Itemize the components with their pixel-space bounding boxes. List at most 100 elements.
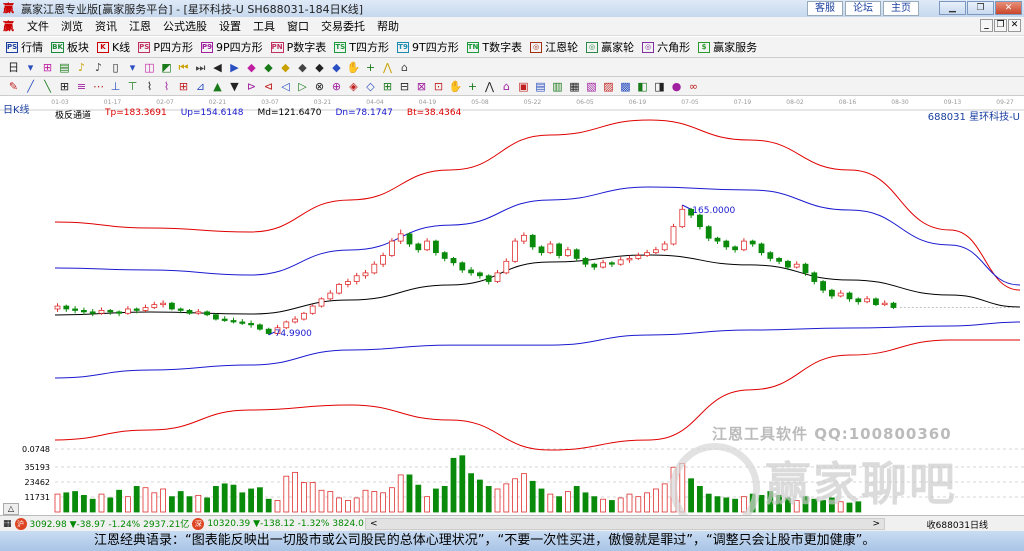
mdi-restore-button[interactable]: ❐ xyxy=(994,19,1007,32)
tool-icon[interactable]: ⊡ xyxy=(431,79,446,94)
tool-icon[interactable]: ⊥ xyxy=(108,79,123,94)
tool-icon[interactable]: ◆ xyxy=(261,60,276,75)
link-home[interactable]: 主页 xyxy=(883,1,919,16)
toolbar-button[interactable]: PS P四方形 xyxy=(138,39,193,55)
tool-icon[interactable]: ⌇ xyxy=(159,79,174,94)
tool-icon[interactable]: ◁ xyxy=(278,79,293,94)
tool-icon[interactable]: ⌇ xyxy=(142,79,157,94)
menu-item[interactable]: 江恩 xyxy=(129,18,151,34)
tool-icon[interactable]: ✋ xyxy=(346,60,361,75)
tool-icon[interactable]: + xyxy=(363,60,378,75)
menu-item[interactable]: 资讯 xyxy=(95,18,117,34)
tool-icon[interactable]: ♪ xyxy=(91,60,106,75)
tool-icon[interactable]: ✎ xyxy=(6,79,21,94)
minimize-button[interactable]: ▁ xyxy=(939,1,966,15)
tool-icon[interactable]: ◆ xyxy=(295,60,310,75)
tool-icon[interactable]: ╱ xyxy=(23,79,38,94)
tool-icon[interactable]: ⏮ xyxy=(176,60,191,75)
tool-icon[interactable]: ▧ xyxy=(584,79,599,94)
tool-icon[interactable]: ◆ xyxy=(244,60,259,75)
kline-chart[interactable]: 01-03 01-17 02-07 02-21 03-07 03-21 04-04 04-19… xyxy=(0,96,1024,533)
tool-icon[interactable]: ▤ xyxy=(533,79,548,94)
tool-icon[interactable]: ⊞ xyxy=(380,79,395,94)
tool-icon[interactable]: ▩ xyxy=(618,79,633,94)
tool-icon[interactable]: ⊞ xyxy=(40,60,55,75)
menu-item[interactable]: 文件 xyxy=(27,18,49,34)
tool-icon[interactable]: ▯ xyxy=(108,60,123,75)
tool-icon[interactable]: ▾ xyxy=(23,60,38,75)
tool-icon[interactable]: ▷ xyxy=(295,79,310,94)
toolbar-button[interactable]: $ 赢家服务 xyxy=(698,39,757,55)
toolbar-button[interactable]: PS 行情 xyxy=(6,39,43,55)
sh-index-quote[interactable]: 3092.98 ▼-38.97 -1.24% 2937.21亿 xyxy=(30,517,190,530)
tool-icon[interactable]: ▤ xyxy=(57,60,72,75)
tool-icon[interactable]: ▶ xyxy=(227,60,242,75)
mdi-close-button[interactable]: ✕ xyxy=(1008,19,1021,32)
toolbar-button[interactable]: ◎ 赢家轮 xyxy=(586,39,634,55)
tool-icon[interactable]: 日 xyxy=(6,60,21,75)
tool-icon[interactable]: ▼ xyxy=(227,79,242,94)
menu-item[interactable]: 公式选股 xyxy=(163,18,207,34)
app-menu-icon[interactable]: 赢 xyxy=(3,20,17,33)
tool-icon[interactable]: ⊕ xyxy=(329,79,344,94)
toolbar-button[interactable]: TN T数字表 xyxy=(466,39,522,55)
tool-icon[interactable]: ⊞ xyxy=(176,79,191,94)
tool-icon[interactable]: ▦ xyxy=(567,79,582,94)
close-button[interactable]: ✕ xyxy=(995,1,1022,15)
mdi-minimize-button[interactable]: _ xyxy=(980,19,993,32)
tool-icon[interactable]: ⊳ xyxy=(244,79,259,94)
tool-icon[interactable]: ▨ xyxy=(601,79,616,94)
link-service[interactable]: 客服 xyxy=(807,1,843,16)
tool-icon[interactable]: ⊟ xyxy=(397,79,412,94)
menu-item[interactable]: 交易委托 xyxy=(321,18,365,34)
tool-icon[interactable]: ⊗ xyxy=(312,79,327,94)
toolbar-button[interactable]: K K线 xyxy=(96,39,130,55)
tool-icon[interactable]: ⊠ xyxy=(414,79,429,94)
toolbar-button[interactable]: T9 9T四方形 xyxy=(397,39,459,55)
tool-icon[interactable]: ⌂ xyxy=(499,79,514,94)
tool-icon[interactable]: ◫ xyxy=(142,60,157,75)
menu-item[interactable]: 工具 xyxy=(253,18,275,34)
tool-icon[interactable]: ⋀ xyxy=(482,79,497,94)
tool-icon[interactable]: ⊤ xyxy=(125,79,140,94)
toolbar-button[interactable]: PN P数字表 xyxy=(270,39,326,55)
tool-icon[interactable]: ▾ xyxy=(125,60,140,75)
tool-icon[interactable]: ╲ xyxy=(40,79,55,94)
tool-icon[interactable]: ▣ xyxy=(516,79,531,94)
menu-item[interactable]: 窗口 xyxy=(287,18,309,34)
tool-icon[interactable]: ♪ xyxy=(74,60,89,75)
sz-index-quote[interactable]: 10320.39 ▼-138.12 -1.32% 3824.0 xyxy=(207,519,364,529)
tool-icon[interactable]: ≡ xyxy=(74,79,89,94)
tool-icon[interactable]: ◇ xyxy=(363,79,378,94)
scroll-right-icon[interactable]: > xyxy=(872,519,880,529)
calculator-icon[interactable]: ▦ xyxy=(3,519,12,529)
tool-icon[interactable]: ◩ xyxy=(159,60,174,75)
tool-icon[interactable]: ◀ xyxy=(210,60,225,75)
toolbar-button[interactable]: ◎ 六角形 xyxy=(642,39,690,55)
tool-icon[interactable]: ◆ xyxy=(329,60,344,75)
scroll-left-icon[interactable]: < xyxy=(370,519,378,529)
tool-icon[interactable]: + xyxy=(465,79,480,94)
toolbar-button[interactable]: P9 9P四方形 xyxy=(200,39,263,55)
toggle-panel-button[interactable]: △ xyxy=(3,503,19,515)
toolbar-button[interactable]: TS T四方形 xyxy=(334,39,389,55)
tool-icon[interactable]: ◧ xyxy=(635,79,650,94)
menu-item[interactable]: 设置 xyxy=(219,18,241,34)
tool-icon[interactable]: ▲ xyxy=(210,79,225,94)
tool-icon[interactable]: ⌂ xyxy=(397,60,412,75)
tool-icon[interactable]: ⏭ xyxy=(193,60,208,75)
menu-item[interactable]: 浏览 xyxy=(61,18,83,34)
link-forum[interactable]: 论坛 xyxy=(845,1,881,16)
menu-item[interactable]: 帮助 xyxy=(377,18,399,34)
toolbar-button[interactable]: ◎ 江恩轮 xyxy=(530,39,578,55)
tool-icon[interactable]: ▥ xyxy=(550,79,565,94)
tool-icon[interactable]: ⋯ xyxy=(91,79,106,94)
tool-icon[interactable]: ◆ xyxy=(312,60,327,75)
tool-icon[interactable]: ⋀ xyxy=(380,60,395,75)
status-scrollbar[interactable]: < > xyxy=(365,518,885,530)
tool-icon[interactable]: ✋ xyxy=(448,79,463,94)
tool-icon[interactable]: ◆ xyxy=(278,60,293,75)
tool-icon[interactable]: ⊿ xyxy=(193,79,208,94)
tool-icon[interactable]: ⊞ xyxy=(57,79,72,94)
tool-icon[interactable]: ∞ xyxy=(686,79,701,94)
